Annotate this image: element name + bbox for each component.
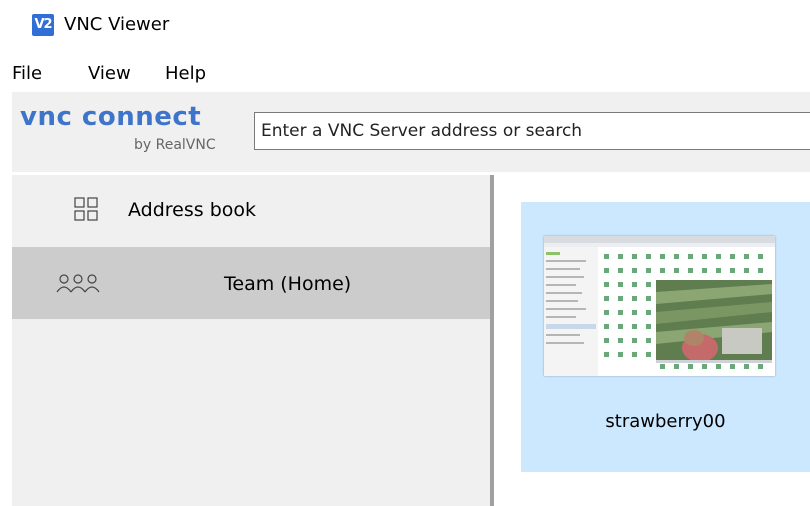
search-box bbox=[254, 112, 810, 150]
menu-file[interactable]: File bbox=[12, 62, 42, 86]
toolbar: vnc connect by RealVNC bbox=[12, 92, 810, 172]
computer-list: strawberry00 bbox=[494, 175, 810, 506]
sidebar: Address book Team (Home) bbox=[12, 175, 490, 506]
menu-bar: File View Help bbox=[0, 54, 810, 90]
sidebar-item-label: Address book bbox=[128, 199, 257, 221]
computer-name: strawberry00 bbox=[605, 411, 726, 432]
menu-help[interactable]: Help bbox=[165, 62, 206, 86]
vnc-connect-logo: vnc connect by RealVNC bbox=[16, 102, 242, 162]
desktop-thumbnail bbox=[544, 236, 775, 376]
title-bar: V2 VNC Viewer bbox=[0, 0, 810, 54]
computer-tile[interactable]: strawberry00 bbox=[521, 202, 810, 472]
grid-icon bbox=[74, 197, 98, 221]
vnc-app-icon: V2 bbox=[32, 14, 54, 36]
search-input[interactable] bbox=[255, 113, 810, 149]
vnc-viewer-window: V2 VNC Viewer File View Help vnc connect… bbox=[0, 0, 810, 506]
sidebar-item-address-book[interactable]: Address book bbox=[12, 175, 490, 245]
logo-byline: by RealVNC bbox=[134, 137, 216, 153]
menu-view[interactable]: View bbox=[88, 62, 131, 86]
people-icon bbox=[56, 274, 100, 293]
sidebar-item-label: Team (Home) bbox=[224, 273, 352, 295]
logo-wordmark: vnc connect bbox=[20, 102, 202, 132]
sidebar-item-team-home[interactable]: Team (Home) bbox=[12, 247, 490, 319]
window-title: VNC Viewer bbox=[64, 14, 170, 35]
